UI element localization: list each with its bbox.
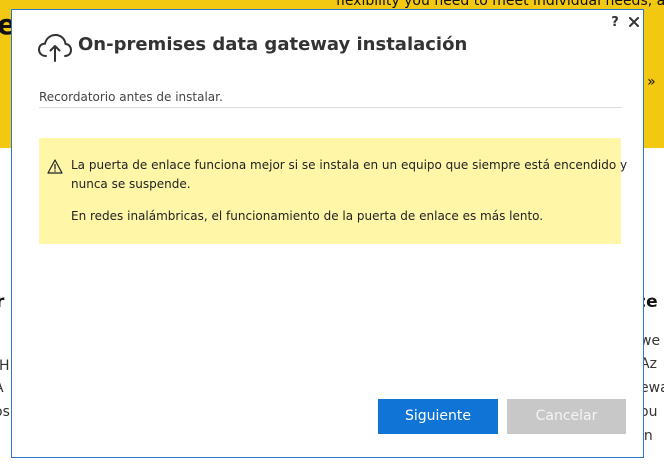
installer-dialog: ? On-premises data gateway instalación R… — [11, 9, 644, 458]
warning-text-line: nunca se suspende. — [71, 177, 191, 191]
background-left-heading: r — [0, 292, 5, 312]
background-left-line: -H — [0, 358, 10, 374]
warning-icon — [47, 159, 63, 174]
dialog-title: On-premises data gateway instalación — [78, 34, 468, 55]
warning-text-line: La puerta de enlace funciona mejor si se… — [71, 158, 628, 172]
close-button[interactable] — [626, 14, 642, 30]
background-hero-text: flexibility you need to meet individual … — [336, 0, 664, 9]
warning-notice: La puerta de enlace funciona mejor si se… — [39, 138, 627, 244]
close-icon — [629, 17, 639, 27]
background-left-line: A — [0, 380, 4, 396]
help-button[interactable]: ? — [608, 15, 622, 31]
cancel-button[interactable]: Cancelar — [507, 399, 626, 434]
cloud-upload-icon — [37, 32, 73, 62]
background-left-line: os — [0, 404, 10, 420]
next-button[interactable]: Siguiente — [378, 399, 498, 434]
warning-text-line: En redes inalámbricas, el funcionamiento… — [71, 209, 544, 223]
dialog-subtitle: Recordatorio antes de instalar. — [39, 90, 223, 104]
divider — [39, 107, 622, 108]
